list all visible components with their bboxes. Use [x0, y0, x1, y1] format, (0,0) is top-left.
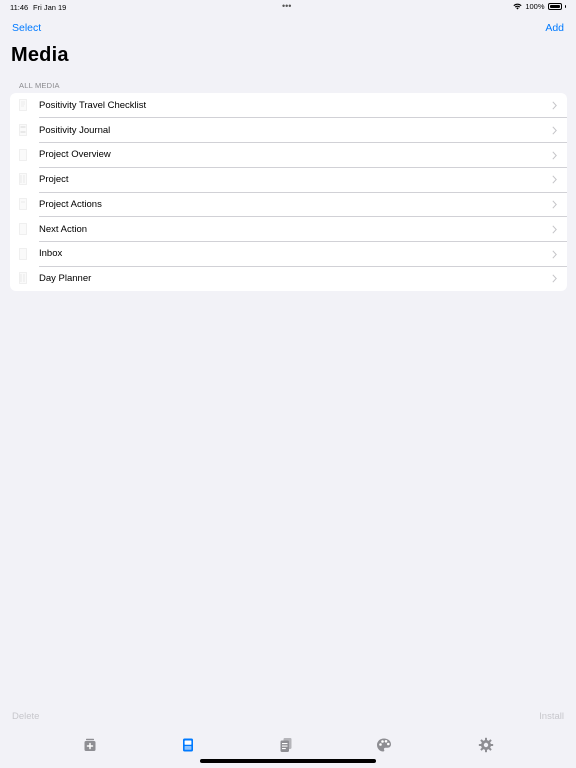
- tray-add-icon[interactable]: [82, 737, 98, 753]
- delete-button[interactable]: Delete: [12, 711, 39, 722]
- list-item[interactable]: Project Actions: [10, 192, 567, 217]
- list-item-label: Day Planner: [39, 273, 92, 285]
- list-item[interactable]: Project Overview: [10, 143, 567, 168]
- palette-icon[interactable]: [376, 737, 392, 753]
- add-button[interactable]: Add: [545, 22, 564, 34]
- section-header: All Media: [19, 81, 60, 90]
- page-title: Media: [11, 44, 69, 66]
- document-thumbnail-icon: [19, 222, 27, 235]
- wifi-icon: [513, 3, 522, 10]
- document-thumbnail-icon: [19, 173, 27, 186]
- list-item[interactable]: Positivity Journal: [10, 118, 567, 143]
- home-indicator[interactable]: [200, 759, 376, 763]
- chevron-right-icon: [552, 249, 557, 259]
- chevron-right-icon: [552, 101, 557, 110]
- select-button[interactable]: Select: [12, 22, 41, 34]
- list-item[interactable]: Next Action: [10, 217, 567, 242]
- chevron-right-icon: [552, 150, 557, 160]
- multitasking-dots[interactable]: •••: [282, 1, 291, 11]
- chevron-right-icon: [552, 225, 557, 234]
- status-date: Fri Jan 19: [33, 3, 67, 12]
- install-button[interactable]: Install: [539, 711, 564, 722]
- list-item-label: Positivity Travel Checklist: [39, 99, 147, 111]
- status-right: 100%: [513, 2, 566, 11]
- media-template-icon[interactable]: [180, 737, 196, 753]
- stacked-pages-icon[interactable]: [278, 737, 294, 753]
- tab-bar: [0, 733, 576, 761]
- status-time: 11:46: [10, 3, 29, 12]
- document-thumbnail-icon: [19, 247, 27, 260]
- document-thumbnail-icon: [19, 123, 27, 136]
- list-item-label: Inbox: [39, 248, 63, 260]
- battery-tip: [564, 5, 566, 8]
- chevron-right-icon: [552, 274, 557, 283]
- list-item-label: Project Actions: [39, 198, 102, 210]
- battery-icon: [547, 3, 562, 10]
- list-item[interactable]: Day Planner: [10, 266, 567, 291]
- list-item-label: Project: [39, 174, 69, 186]
- chevron-right-icon: [552, 126, 557, 135]
- document-thumbnail-icon: [19, 99, 27, 111]
- document-thumbnail-icon: [19, 272, 27, 285]
- list-item-label: Project Overview: [39, 149, 111, 161]
- gear-icon[interactable]: [478, 737, 494, 753]
- list-item-label: Positivity Journal: [39, 124, 111, 136]
- chevron-right-icon: [552, 175, 557, 184]
- list-item[interactable]: Inbox: [10, 242, 567, 267]
- chevron-right-icon: [552, 200, 557, 209]
- screen: 11:46 Fri Jan 19 ••• 100% Select Add Med…: [0, 0, 576, 768]
- media-list: Positivity Travel Checklist Positivity J…: [10, 93, 567, 291]
- document-thumbnail-icon: [19, 198, 27, 210]
- battery-percent: 100%: [525, 2, 545, 11]
- status-bar: 11:46 Fri Jan 19 ••• 100%: [0, 0, 576, 14]
- list-item-label: Next Action: [39, 223, 88, 235]
- list-item[interactable]: Project: [10, 167, 567, 192]
- document-thumbnail-icon: [19, 148, 27, 161]
- list-item[interactable]: Positivity Travel Checklist: [10, 93, 567, 118]
